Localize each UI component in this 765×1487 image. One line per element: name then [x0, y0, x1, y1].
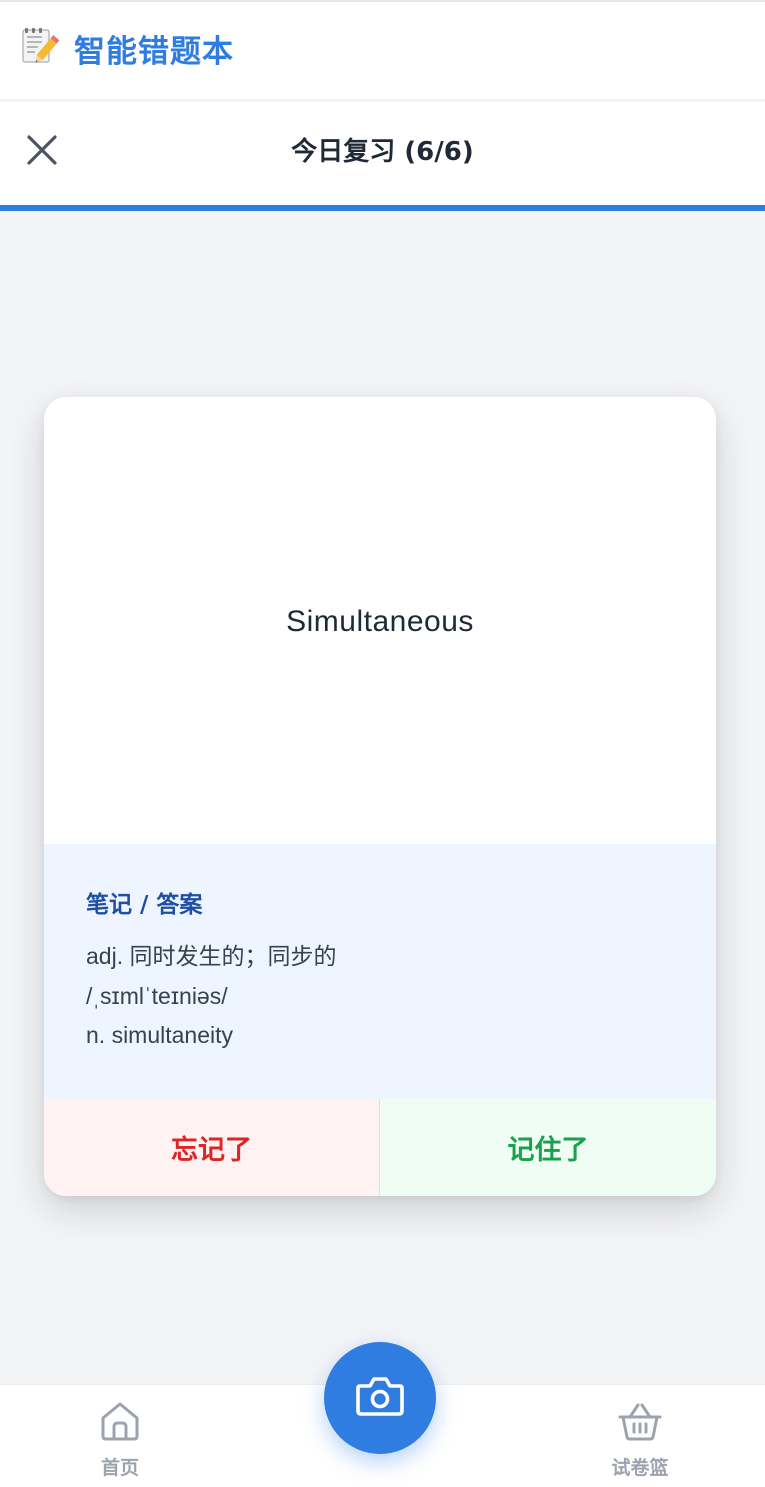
camera-icon [354, 1374, 406, 1422]
card-actions: 忘记了 记住了 [44, 1099, 716, 1196]
app-header: 智能错题本 [0, 0, 765, 100]
forgot-button[interactable]: 忘记了 [44, 1099, 380, 1196]
card-word: Simultaneous [286, 604, 474, 638]
card-front: Simultaneous [44, 397, 716, 844]
nav-home-label: 首页 [100, 1457, 139, 1479]
answer-heading: 笔记 / 答案 [86, 892, 203, 918]
flash-card[interactable]: Simultaneous 笔记 / 答案 adj. 同时发生的；同步的 /ˌsɪ… [44, 397, 716, 1196]
answer-derivative: n. simultaneity [86, 1022, 234, 1048]
review-progress-bar [0, 205, 765, 211]
nav-basket-label: 试卷篮 [611, 1457, 669, 1479]
memo-icon [20, 26, 60, 66]
review-title: 今日复习 (6/6) [291, 137, 474, 167]
nav-basket[interactable]: 试卷篮 [580, 1399, 700, 1479]
home-icon [98, 1399, 142, 1447]
nav-home[interactable]: 首页 [60, 1399, 180, 1479]
review-header: 今日复习 (6/6) [0, 102, 765, 205]
app-title: 智能错题本 [74, 34, 234, 70]
basket-icon [616, 1399, 664, 1447]
answer-phonetic: /ˌsɪmlˈteɪniəs/ [86, 983, 228, 1009]
camera-button[interactable] [324, 1342, 436, 1454]
answer-definition: adj. 同时发生的；同步的 [86, 943, 337, 969]
card-answer-panel: 笔记 / 答案 adj. 同时发生的；同步的 /ˌsɪmlˈteɪniəs/ n… [44, 844, 716, 1099]
review-progress-fill [0, 205, 765, 211]
remember-button[interactable]: 记住了 [380, 1099, 716, 1196]
